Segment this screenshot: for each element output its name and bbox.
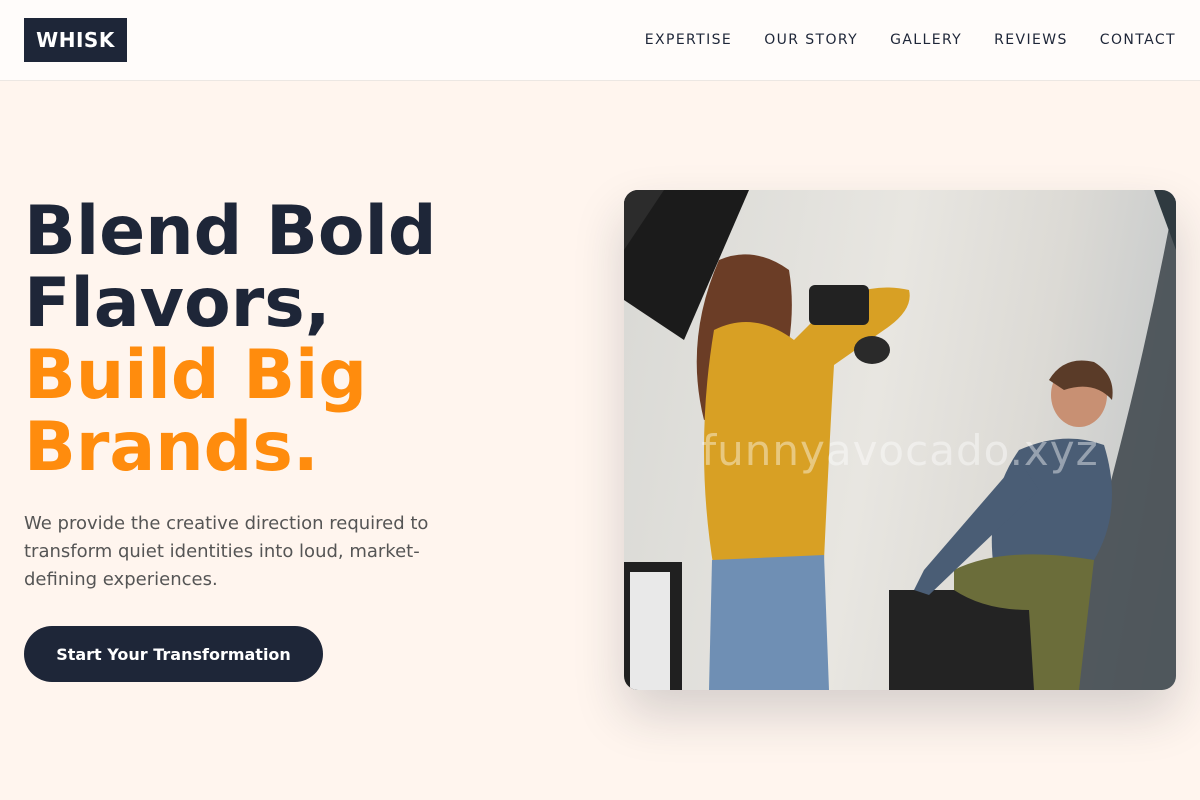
main-nav: EXPERTISE OUR STORY GALLERY REVIEWS CONT… xyxy=(645,0,1176,80)
reflector-panel xyxy=(630,572,670,690)
brand-logo[interactable]: WHISK xyxy=(24,18,127,62)
nav-link-reviews[interactable]: REVIEWS xyxy=(994,32,1068,48)
camera-shape xyxy=(809,285,869,325)
camera-lens xyxy=(854,336,890,364)
nav-link-our-story[interactable]: OUR STORY xyxy=(764,32,858,48)
nav-link-expertise[interactable]: EXPERTISE xyxy=(645,32,732,48)
hero-headline-line: Blend Bold xyxy=(24,192,437,271)
start-transformation-button[interactable]: Start Your Transformation xyxy=(24,626,323,682)
hero-headline-accent-line: Brands. xyxy=(24,408,319,487)
hero-headline-line: Flavors, xyxy=(24,264,331,343)
nav-link-contact[interactable]: CONTACT xyxy=(1100,32,1176,48)
photographer-jeans xyxy=(709,555,829,690)
photographer-sweater xyxy=(704,287,910,570)
hero-subtitle: We provide the creative direction requir… xyxy=(24,513,429,590)
hero-headline-accent-line: Build Big xyxy=(24,336,368,415)
hero-headline: Blend Bold Flavors, Build Big Brands. xyxy=(24,196,584,484)
nav-link-gallery[interactable]: GALLERY xyxy=(890,32,962,48)
hero-photo: funnyavocado.xyz xyxy=(624,190,1176,690)
top-navigation-bar: WHISK EXPERTISE OUR STORY GALLERY REVIEW… xyxy=(0,0,1200,81)
photo-illustration xyxy=(624,190,1176,690)
